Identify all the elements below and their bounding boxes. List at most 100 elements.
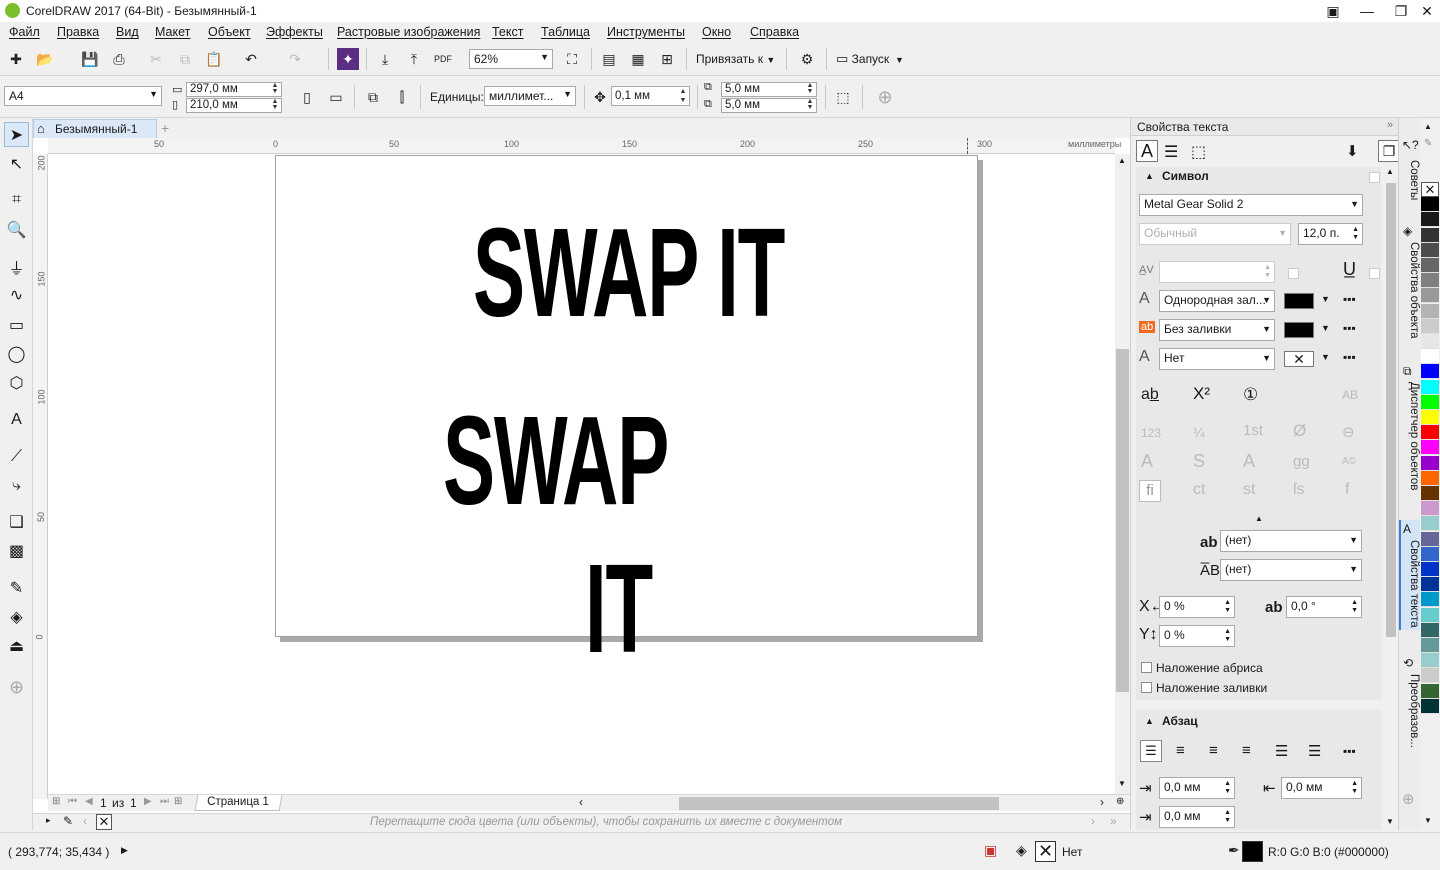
- strikethrough-select[interactable]: (нет) ▼: [1220, 530, 1362, 552]
- tab-object-properties[interactable]: Свойства объекта: [1400, 242, 1420, 339]
- menu-object[interactable]: Объект: [208, 25, 251, 39]
- stylistic-icon[interactable]: A: [1243, 451, 1255, 472]
- menu-view[interactable]: Вид: [116, 25, 139, 39]
- underline-check[interactable]: [1369, 268, 1380, 279]
- page-size-select[interactable]: A4 ▼: [4, 86, 162, 106]
- docker-options-icon[interactable]: ⬇: [1346, 142, 1359, 160]
- nudge-distance-field[interactable]: 0,1 мм ▲ ▼: [611, 86, 690, 106]
- snap-to-dropdown[interactable]: Привязать к ▼: [696, 52, 775, 66]
- palette-swatch[interactable]: [1421, 698, 1439, 714]
- palette-down-icon[interactable]: ▼: [1424, 816, 1432, 825]
- historical-lig-icon[interactable]: st: [1243, 481, 1255, 499]
- collapse-advanced-icon[interactable]: ▲: [1255, 514, 1263, 523]
- collapse-paragraph-icon[interactable]: ▲: [1145, 716, 1154, 726]
- text-it[interactable]: IT: [585, 546, 653, 672]
- rectangle-tool-icon[interactable]: ▭: [4, 312, 29, 337]
- page-frame-icon[interactable]: ⬚: [832, 86, 854, 108]
- palette-swatch[interactable]: [1421, 364, 1439, 380]
- new-tab-icon[interactable]: +: [161, 120, 169, 136]
- docker-scrollbar[interactable]: ▲ ▼: [1384, 167, 1398, 830]
- docker-scroll-down-icon[interactable]: ▼: [1386, 817, 1394, 826]
- palette-expand-icon[interactable]: »: [1110, 814, 1117, 828]
- fill-more-icon[interactable]: ▪▪▪: [1343, 292, 1356, 306]
- horizontal-offset-field[interactable]: 0 % ▲ ▼: [1159, 596, 1235, 618]
- collapse-symbol-icon[interactable]: ▲: [1145, 171, 1154, 181]
- paste-icon[interactable]: 📋: [203, 48, 225, 70]
- outline-more-icon[interactable]: ▪▪▪: [1343, 350, 1356, 364]
- docker-scroll-up-icon[interactable]: ▲: [1386, 167, 1394, 176]
- menu-help[interactable]: Справка: [750, 25, 799, 39]
- full-screen-icon[interactable]: ⛶: [561, 48, 583, 70]
- zoom-navigator-icon[interactable]: ⊕: [1116, 796, 1124, 807]
- background-fill-select[interactable]: Без заливки ▼: [1159, 319, 1275, 341]
- align-right-icon[interactable]: ≡: [1242, 742, 1251, 759]
- font-list[interactable]: Metal Gear Solid 2 ▼: [1139, 194, 1363, 216]
- palette-swatch[interactable]: [1421, 425, 1439, 441]
- palette-swatch[interactable]: [1421, 349, 1439, 365]
- crop-tool-icon[interactable]: ⌗: [4, 187, 29, 212]
- force-justify-icon[interactable]: ☰: [1308, 742, 1321, 760]
- units-select[interactable]: миллимет... ▼: [484, 86, 576, 106]
- kerning-field[interactable]: ▲ ▼: [1159, 261, 1275, 283]
- align-center-icon[interactable]: ≡: [1209, 742, 1218, 759]
- kerning-check[interactable]: [1288, 268, 1299, 279]
- restore-panel-icon[interactable]: ▣: [1316, 0, 1350, 22]
- palette-swatch[interactable]: [1421, 288, 1439, 304]
- palette-eyedropper-icon[interactable]: ✎: [63, 814, 73, 828]
- docker-scroll-thumb[interactable]: [1386, 183, 1396, 637]
- swash-icon[interactable]: S: [1193, 451, 1205, 472]
- oldstyle-numerals-icon[interactable]: 123: [1141, 426, 1161, 440]
- tab-text-properties[interactable]: Свойства текста: [1400, 540, 1420, 628]
- underline-ab-icon[interactable]: ab̲: [1141, 386, 1159, 404]
- menu-edit[interactable]: Правка: [57, 25, 99, 39]
- palette-swatch[interactable]: [1421, 501, 1439, 517]
- bg-more-icon[interactable]: ▪▪▪: [1343, 321, 1356, 335]
- frame-tab-icon[interactable]: ⬚: [1191, 142, 1206, 162]
- redo-icon[interactable]: ↷: [284, 48, 306, 70]
- menu-window[interactable]: Окно: [702, 25, 731, 39]
- enclosed-one-icon[interactable]: ①: [1243, 385, 1258, 405]
- char-angle-field[interactable]: 0,0 ° ▲ ▼: [1286, 596, 1362, 618]
- paragraph-tab-icon[interactable]: ☰: [1164, 142, 1178, 162]
- vertical-ruler[interactable]: 200 150 100 50 0: [33, 154, 48, 799]
- palette-swatch[interactable]: [1421, 470, 1439, 486]
- palette-swatch[interactable]: [1421, 273, 1439, 289]
- zoom-level[interactable]: 62% ▼: [469, 49, 553, 69]
- options-gear-icon[interactable]: ⚙: [796, 48, 818, 70]
- tab-hints[interactable]: Советы: [1400, 160, 1420, 200]
- left-indent-field[interactable]: 0,0 мм ▲ ▼: [1159, 806, 1235, 828]
- font-size-field[interactable]: 12,0 п. ▲ ▼: [1298, 223, 1363, 245]
- align-left-icon[interactable]: ≡: [1176, 742, 1185, 759]
- background-color-swatch[interactable]: [1284, 322, 1314, 338]
- text-swap-it[interactable]: SWAP IT: [473, 210, 785, 336]
- fill-none-swatch[interactable]: ✕: [1035, 841, 1056, 862]
- save-icon[interactable]: 💾: [79, 48, 101, 70]
- palette-swatch[interactable]: [1421, 318, 1439, 334]
- menu-tools[interactable]: Инструменты: [607, 25, 685, 39]
- palette-swatch[interactable]: [1421, 440, 1439, 456]
- horizontal-ruler[interactable]: 50 0 50 100 150 200 250 300 миллиметры: [48, 138, 1121, 154]
- last-page-icon[interactable]: ⏭: [160, 796, 169, 807]
- tab-page-1[interactable]: Страница 1: [194, 795, 283, 811]
- first-line-indent-field[interactable]: 0,0 мм ▲ ▼: [1159, 777, 1235, 799]
- connector-tool-icon[interactable]: ⤷: [4, 473, 29, 498]
- palette-scroll-left-icon[interactable]: ‹: [83, 814, 87, 828]
- dimension-tool-icon[interactable]: ⟋: [4, 444, 29, 469]
- text-tool-icon[interactable]: A: [4, 407, 29, 432]
- menu-effects[interactable]: Эффекты: [266, 25, 323, 39]
- eyedropper-icon[interactable]: ✎: [4, 575, 29, 600]
- scroll-up-icon[interactable]: ▲: [1118, 156, 1126, 165]
- scroll-right-icon[interactable]: ›: [1100, 795, 1104, 809]
- scroll-left-icon[interactable]: ‹: [579, 795, 583, 809]
- palette-swatch[interactable]: [1421, 592, 1439, 608]
- justify-icon[interactable]: ☰: [1275, 742, 1288, 760]
- grid-icon[interactable]: ▦: [627, 48, 649, 70]
- current-page-icon[interactable]: ⫿: [391, 86, 413, 108]
- palette-scroll-right-icon[interactable]: ›: [1091, 814, 1095, 828]
- no-color-palette-swatch[interactable]: ✕: [1421, 182, 1439, 197]
- interactive-fill-icon[interactable]: ◈: [4, 604, 29, 629]
- all-pages-icon[interactable]: ⧉: [362, 86, 384, 108]
- overprint-outline-checkbox[interactable]: [1141, 662, 1152, 673]
- add-page-before-icon[interactable]: ⊞: [52, 796, 60, 807]
- palette-swatch[interactable]: [1421, 546, 1439, 562]
